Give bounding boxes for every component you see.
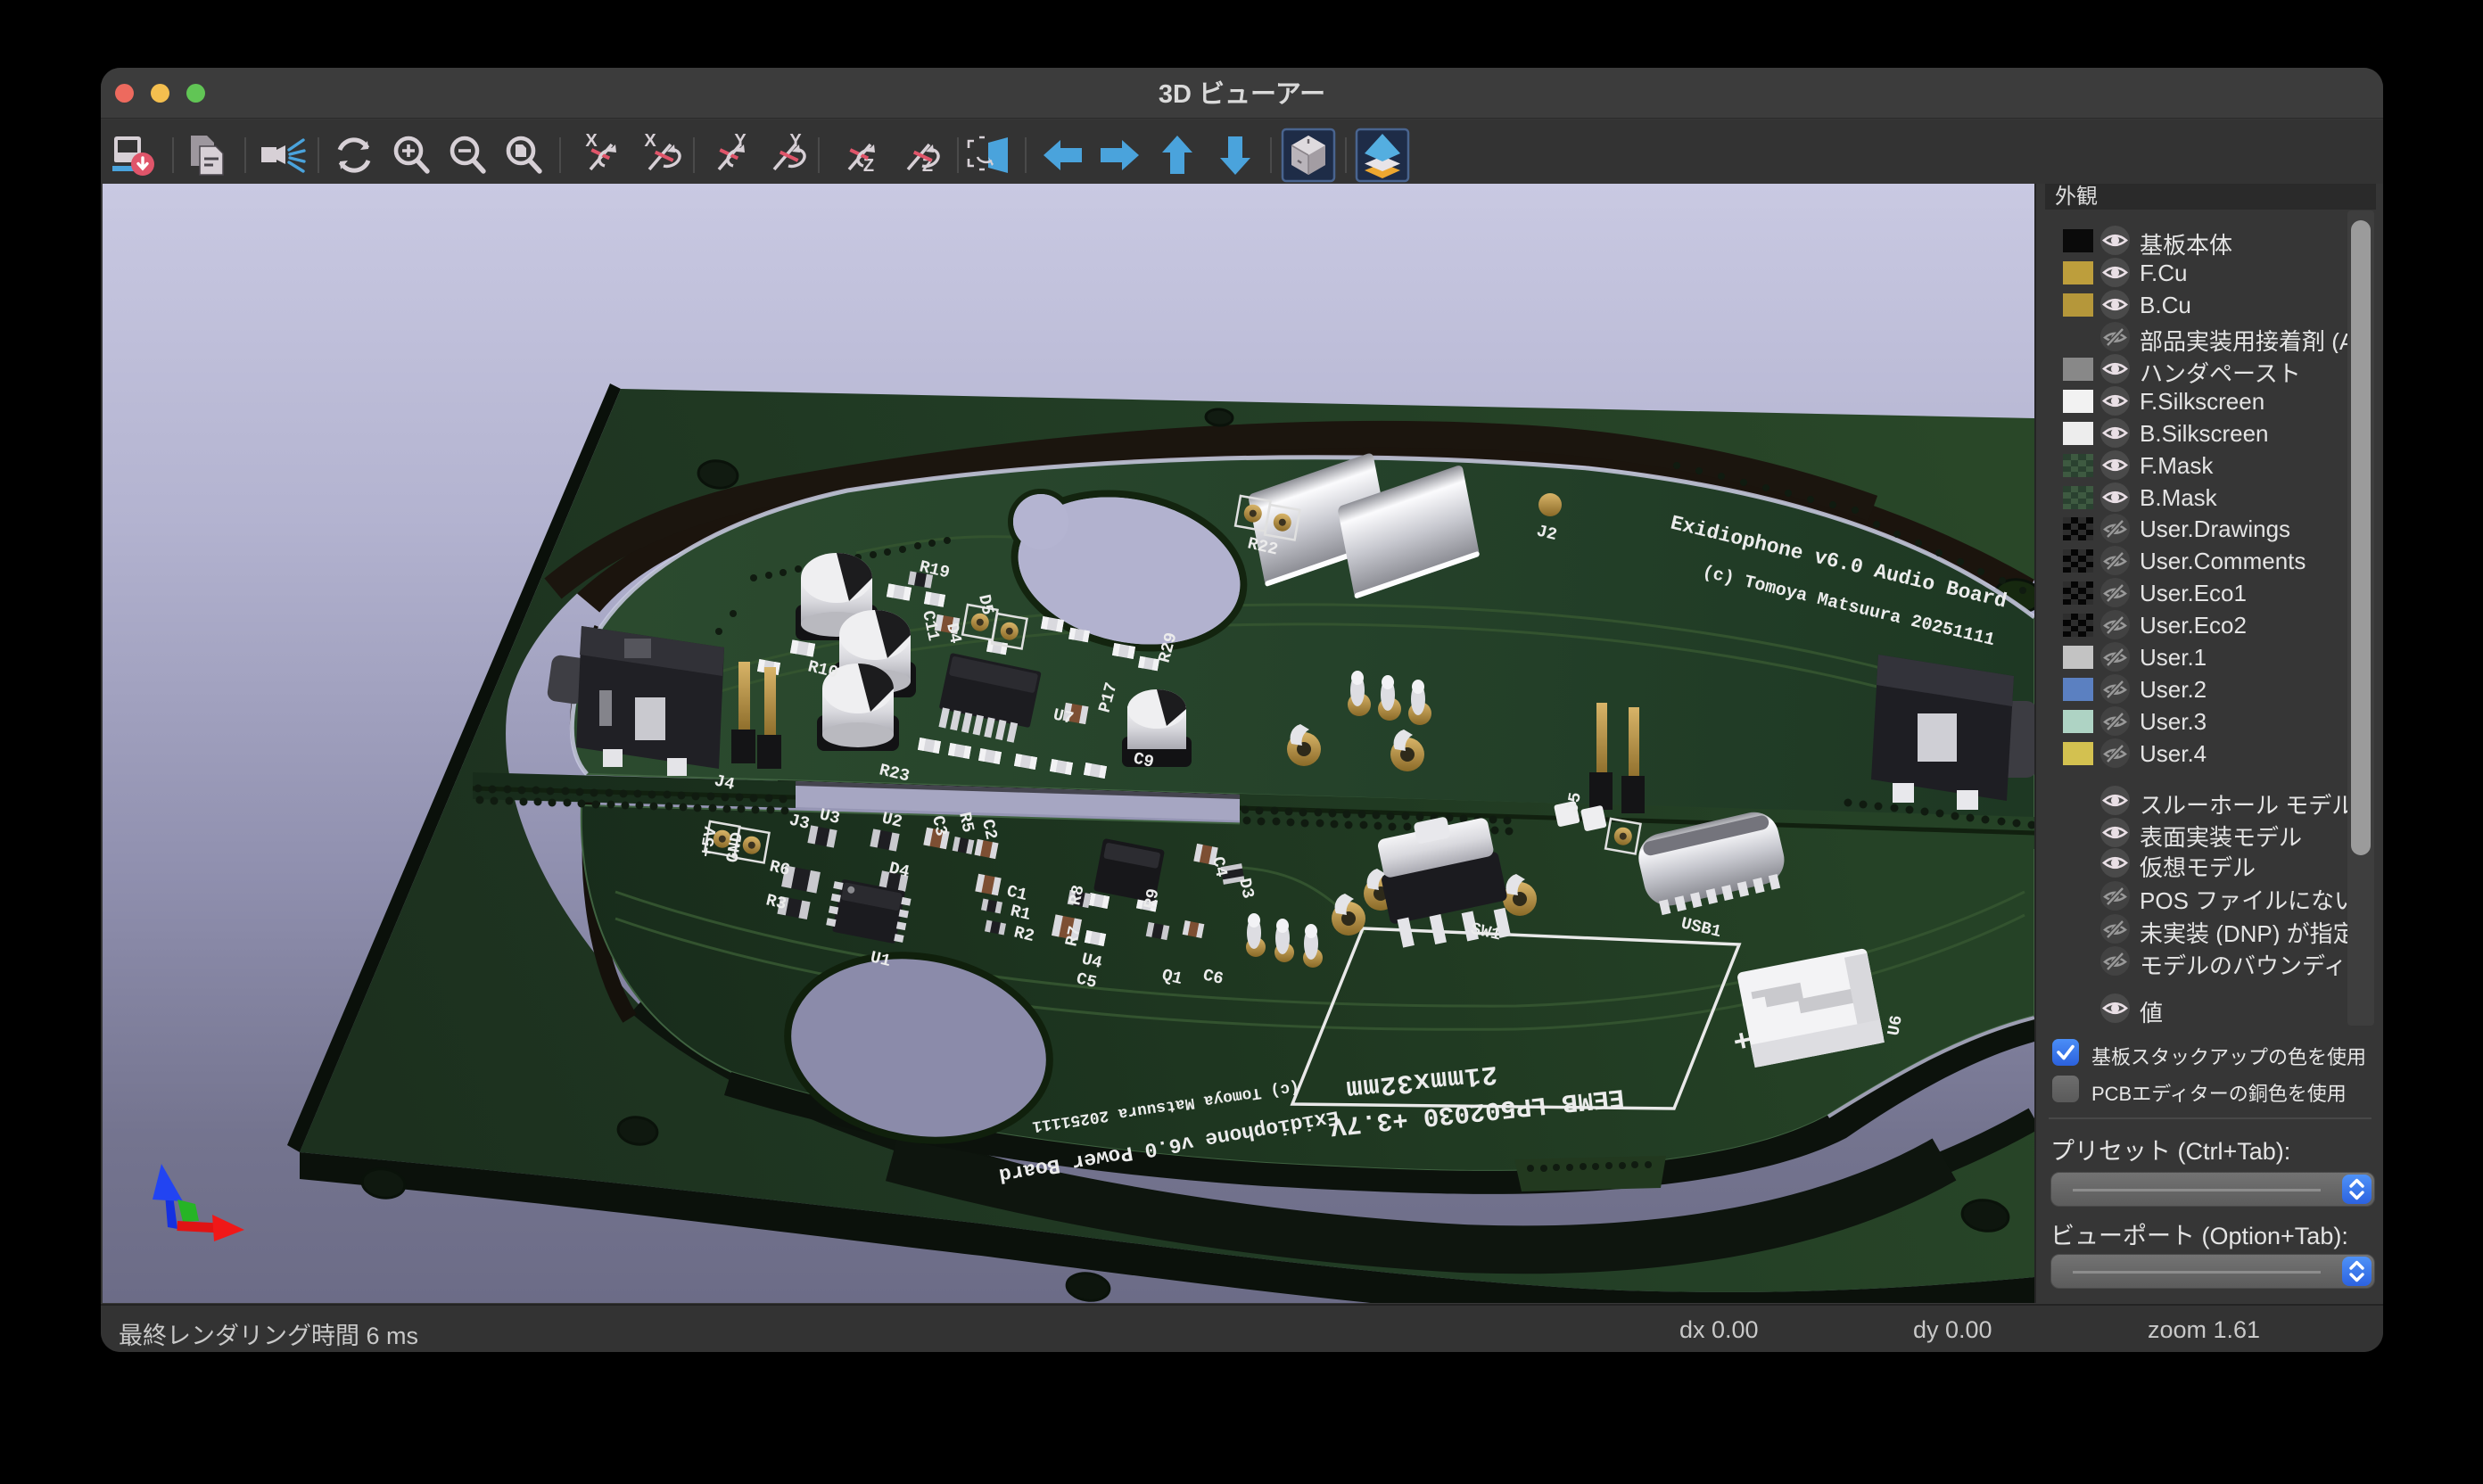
- svg-text:D5: D5: [974, 593, 997, 617]
- svg-text:C2: C2: [978, 818, 1001, 842]
- svg-text:U6: U6: [1884, 1014, 1907, 1037]
- svg-text:J5: J5: [1563, 791, 1586, 814]
- svg-text:D3: D3: [1234, 877, 1258, 901]
- svg-text:R8: R8: [1065, 883, 1088, 907]
- svg-text:X: X: [585, 131, 598, 151]
- svg-text:R9: R9: [1140, 886, 1163, 911]
- svg-text:R5: R5: [954, 811, 978, 835]
- svg-text:C3: C3: [928, 814, 951, 838]
- svg-text:D4: D4: [942, 622, 965, 646]
- svg-text:X: X: [644, 131, 656, 151]
- svg-text:C4: C4: [1208, 855, 1231, 879]
- svg-text:R7: R7: [1061, 924, 1085, 948]
- svg-text:Z: Z: [863, 156, 874, 176]
